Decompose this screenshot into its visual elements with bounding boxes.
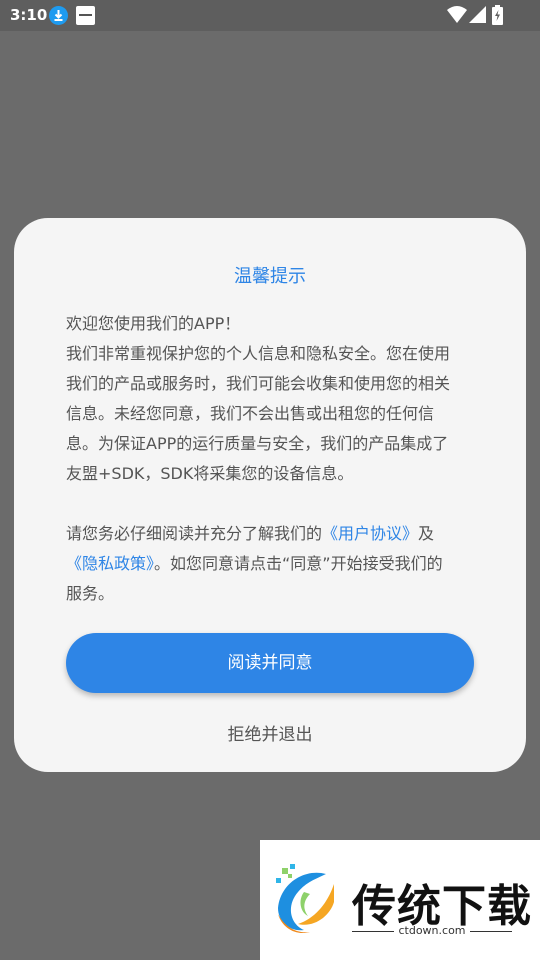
app-notification-icon bbox=[76, 6, 95, 25]
wifi-icon bbox=[447, 6, 467, 27]
signal-icon bbox=[469, 6, 486, 27]
body-line-6: 友盟+SDK，SDK将采集您的设备信息。 bbox=[66, 464, 354, 483]
download-icon bbox=[49, 6, 68, 25]
body-line-2: 我们非常重视保护您的个人信息和隐私安全。您在使用 bbox=[66, 344, 451, 363]
agree-button[interactable]: 阅读并同意 bbox=[66, 633, 474, 693]
body-line-3: 我们的产品或服务时，我们可能会收集和使用您的相关 bbox=[66, 374, 451, 393]
privacy-policy-link[interactable]: 《隐私政策》 bbox=[66, 554, 154, 573]
consent-instruction: 。如您同意请点击“同意”开始接受我们的 bbox=[154, 554, 443, 573]
watermark-url: ctdown.com bbox=[352, 924, 512, 937]
body-line-5: 息。为保证APP的运行质量与安全，我们的产品集成了 bbox=[66, 434, 449, 453]
consent-line-2: 《隐私政策》。如您同意请点击“同意”开始接受我们的 bbox=[66, 549, 476, 579]
privacy-dialog: 温馨提示 欢迎您使用我们的APP！ 我们非常重视保护您的个人信息和隐私安全。您在… bbox=[14, 218, 526, 772]
consent-line-3: 服务。 bbox=[66, 584, 115, 603]
status-time: 3:10 bbox=[10, 6, 48, 24]
reject-exit-button[interactable]: 拒绝并退出 bbox=[14, 720, 526, 745]
status-bar: 3:10 bbox=[0, 0, 540, 31]
user-agreement-link[interactable]: 《用户协议》 bbox=[322, 524, 418, 543]
ctdown-logo-icon bbox=[268, 862, 344, 942]
dialog-body: 欢迎您使用我们的APP！ 我们非常重视保护您的个人信息和隐私安全。您在使用 我们… bbox=[66, 309, 476, 609]
consent-and: 及 bbox=[418, 524, 435, 543]
consent-prefix: 请您务必仔细阅读并充分了解我们的 bbox=[66, 524, 323, 543]
body-line-4: 信息。未经您同意，我们不会出售或出租您的任何信 bbox=[66, 404, 435, 423]
body-line-1: 欢迎您使用我们的APP！ bbox=[66, 314, 241, 333]
battery-icon bbox=[492, 5, 503, 29]
consent-line-1: 请您务必仔细阅读并充分了解我们的《用户协议》及 bbox=[66, 519, 476, 549]
dialog-title: 温馨提示 bbox=[234, 266, 306, 287]
site-watermark: 传统下载 ctdown.com bbox=[260, 840, 540, 960]
